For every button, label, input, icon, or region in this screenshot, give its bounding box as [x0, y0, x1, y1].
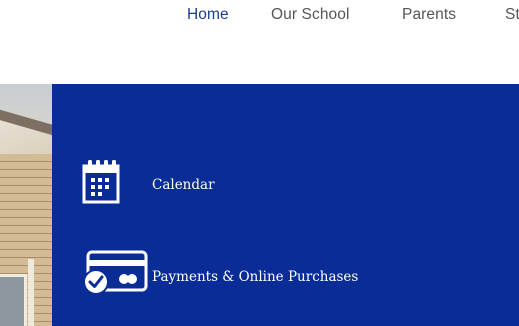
quick-link-calendar[interactable]: Calendar [82, 160, 502, 216]
top-navigation: Home Our School Parents St [0, 0, 519, 34]
building-window [0, 274, 27, 326]
page: Home Our School Parents St Calendar Paym… [0, 0, 519, 326]
school-building-photo [0, 84, 52, 326]
quick-link-label: Calendar [152, 177, 215, 193]
nav-item-parents[interactable]: Parents [402, 6, 456, 24]
nav-item-our-school[interactable]: Our School [271, 6, 350, 24]
quick-link-label: Payments & Online Purchases [152, 269, 359, 285]
nav-item-home[interactable]: Home [187, 6, 229, 24]
quick-link-payments[interactable]: Payments & Online Purchases [82, 250, 502, 306]
calendar-icon [82, 160, 120, 209]
building-trim [28, 259, 34, 326]
nav-item-truncated[interactable]: St [505, 6, 519, 24]
quick-links-panel: Calendar Payments & Online Purchases [52, 84, 519, 326]
payment-card-icon [82, 250, 152, 301]
